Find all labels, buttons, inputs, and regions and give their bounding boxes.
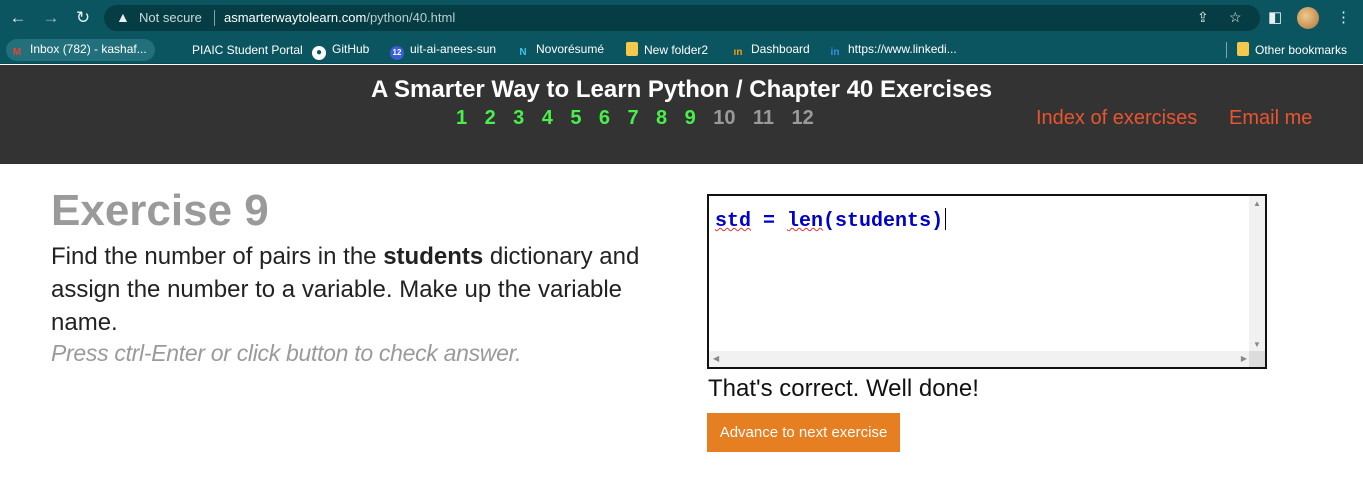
index-of-exercises-link[interactable]: Index of exercises bbox=[1036, 107, 1197, 130]
gmail-icon: M bbox=[12, 47, 22, 58]
exercise-link-9[interactable]: 9 bbox=[685, 107, 696, 130]
code-editor[interactable]: std = len(students) ▲ ▼ ◀ ▶ bbox=[707, 194, 1267, 369]
scrollbar-corner bbox=[1249, 351, 1265, 367]
bookmark-label: Other bookmarks bbox=[1255, 43, 1348, 57]
vertical-scrollbar[interactable]: ▲ ▼ bbox=[1249, 196, 1265, 352]
exercise-link-5[interactable]: 5 bbox=[570, 107, 581, 130]
scroll-up-icon[interactable]: ▲ bbox=[1253, 199, 1261, 208]
exercise-link-10[interactable]: 10 bbox=[713, 107, 735, 130]
code-variable: std bbox=[715, 210, 752, 233]
dashboard-icon: ın bbox=[733, 47, 743, 58]
folder-icon bbox=[1237, 42, 1249, 56]
exercise-link-8[interactable]: 8 bbox=[656, 107, 667, 130]
reload-icon[interactable]: ↻ bbox=[73, 8, 93, 28]
bookmark-label: PIAIC Student Portal bbox=[192, 43, 303, 57]
exercise-description: Find the number of pairs in the students… bbox=[51, 240, 671, 339]
address-divider bbox=[214, 10, 215, 26]
exercise-title: Exercise 9 bbox=[51, 186, 269, 235]
bookmark-label: Inbox (782) - kashaf... bbox=[30, 42, 147, 56]
bookmarks-divider bbox=[1226, 42, 1227, 58]
bookmark-label: GitHub bbox=[332, 42, 370, 56]
exercise-link-6[interactable]: 6 bbox=[599, 107, 610, 130]
bookmark-other[interactable]: Other bookmarks bbox=[1237, 42, 1347, 57]
bookmarks-bar: M Inbox (782) - kashaf... PIAIC Student P… bbox=[0, 36, 1363, 64]
bookmark-folder[interactable]: New folder2 bbox=[626, 42, 708, 57]
code-operator: = bbox=[751, 210, 788, 233]
avatar[interactable] bbox=[1297, 7, 1319, 29]
forward-icon[interactable]: → bbox=[41, 8, 61, 28]
exercise-link-7[interactable]: 7 bbox=[627, 107, 638, 130]
star-icon[interactable]: ☆ bbox=[1229, 9, 1242, 26]
sidepanel-icon[interactable]: ◧ bbox=[1268, 8, 1282, 26]
bookmark-label: Dashboard bbox=[751, 42, 810, 56]
bookmark-dashboard[interactable]: ın Dashboard bbox=[731, 42, 810, 60]
scroll-right-icon[interactable]: ▶ bbox=[1241, 354, 1247, 363]
bookmark-piaic[interactable]: PIAIC Student Portal bbox=[172, 42, 303, 57]
novoresume-icon: N bbox=[519, 47, 527, 58]
description-keyword: students bbox=[383, 243, 484, 270]
bookmark-inbox[interactable]: M Inbox (782) - kashaf... bbox=[6, 39, 155, 61]
code-line[interactable]: std = len(students) bbox=[715, 208, 947, 233]
site-header: A Smarter Way to Learn Python / Chapter … bbox=[0, 65, 1363, 164]
bookmark-label: New folder2 bbox=[644, 43, 709, 57]
advance-button[interactable]: Advance to next exercise bbox=[707, 413, 900, 452]
menu-icon[interactable]: ⋮ bbox=[1336, 8, 1351, 26]
linkedin-icon: in bbox=[830, 47, 840, 58]
exercise-link-12[interactable]: 12 bbox=[792, 107, 814, 130]
horizontal-scrollbar[interactable]: ◀ ▶ bbox=[709, 351, 1251, 367]
scroll-down-icon[interactable]: ▼ bbox=[1253, 340, 1261, 349]
exercise-link-2[interactable]: 2 bbox=[485, 107, 496, 130]
url-path: /python/40.html bbox=[366, 10, 456, 25]
badge-icon: 12 bbox=[390, 46, 404, 60]
code-function: len bbox=[787, 210, 824, 233]
feedback-message: That's correct. Well done! bbox=[708, 375, 979, 402]
piaic-icon bbox=[172, 42, 186, 56]
folder-icon bbox=[626, 42, 638, 56]
bookmark-linkedin[interactable]: in https://www.linkedi... bbox=[828, 42, 957, 60]
exercise-link-1[interactable]: 1 bbox=[456, 107, 467, 130]
bookmark-uit[interactable]: 12 uit-ai-anees-sun bbox=[390, 42, 496, 60]
not-secure-label: Not secure bbox=[139, 10, 202, 25]
url-text[interactable]: asmarterwaytolearn.com/python/40.html bbox=[224, 10, 455, 25]
exercise-number-nav: 1 2 3 4 5 6 7 8 9 10 11 12 bbox=[456, 107, 827, 130]
back-icon[interactable]: ← bbox=[8, 8, 28, 28]
page-title: A Smarter Way to Learn Python / Chapter … bbox=[370, 76, 993, 103]
bookmark-label: uit-ai-anees-sun bbox=[410, 42, 497, 56]
address-bar[interactable]: ▲ Not secure asmarterwaytolearn.com/pyth… bbox=[104, 5, 1260, 31]
bookmark-novoresume[interactable]: N Novorésumé bbox=[516, 42, 604, 60]
email-me-link[interactable]: Email me bbox=[1229, 107, 1312, 130]
bookmark-label: Novorésumé bbox=[536, 42, 605, 56]
exercise-hint: Press ctrl-Enter or click button to chec… bbox=[51, 340, 522, 366]
browser-toolbar: ← → ↻ ▲ Not secure asmarterwaytolearn.co… bbox=[0, 0, 1363, 36]
bookmark-label: https://www.linkedi... bbox=[848, 42, 957, 56]
text-caret bbox=[945, 208, 947, 230]
github-icon: ● bbox=[312, 46, 326, 60]
url-domain: asmarterwaytolearn.com bbox=[224, 10, 367, 25]
share-icon[interactable]: ⇪ bbox=[1197, 9, 1209, 26]
exercise-link-3[interactable]: 3 bbox=[513, 107, 524, 130]
scroll-left-icon[interactable]: ◀ bbox=[713, 354, 719, 363]
code-args: (students) bbox=[823, 210, 944, 233]
exercise-link-4[interactable]: 4 bbox=[542, 107, 553, 130]
description-text: Find the number of pairs in the bbox=[51, 243, 384, 270]
exercise-link-11[interactable]: 11 bbox=[753, 107, 774, 130]
bookmark-github[interactable]: ● GitHub bbox=[312, 42, 369, 60]
warning-icon: ▲ bbox=[116, 9, 130, 25]
